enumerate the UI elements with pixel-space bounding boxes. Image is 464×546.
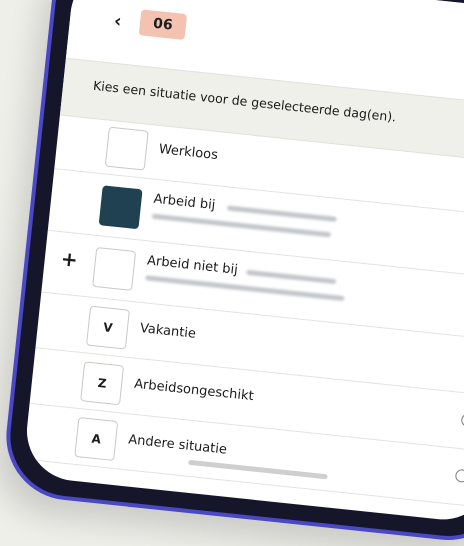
situation-label: Vakantie <box>139 321 197 342</box>
situation-code-box <box>104 126 149 171</box>
situation-label: Andere situatie <box>127 432 228 458</box>
situation-label: Werkloos <box>158 141 219 164</box>
situation-code-box: Z <box>80 361 125 406</box>
situation-radio[interactable] <box>460 413 464 428</box>
phone-frame: ‹ 06 Kies een situatie voor de geselecte… <box>0 0 464 546</box>
day-badge[interactable]: 06 <box>138 9 188 41</box>
situation-code-box: V <box>85 305 130 350</box>
situation-code-box: A <box>74 417 119 461</box>
chevron-left-icon[interactable]: ‹ <box>113 11 123 33</box>
plus-icon[interactable]: + <box>60 246 79 272</box>
situation-code-box <box>92 246 137 291</box>
app-screen: ‹ 06 Kies een situatie voor de geselecte… <box>22 0 464 525</box>
redacted-employer <box>246 269 337 285</box>
situation-radio[interactable] <box>454 468 464 484</box>
situation-list: Werkloos Arbeid bij + Arbeid niet bij V … <box>22 113 464 524</box>
redacted-employer <box>226 205 337 222</box>
situation-label: Arbeid bij <box>152 191 217 214</box>
situation-code-box <box>98 185 143 230</box>
situation-label: Arbeid niet bij <box>146 253 239 278</box>
situation-label: Arbeidsongeschikt <box>133 376 255 405</box>
